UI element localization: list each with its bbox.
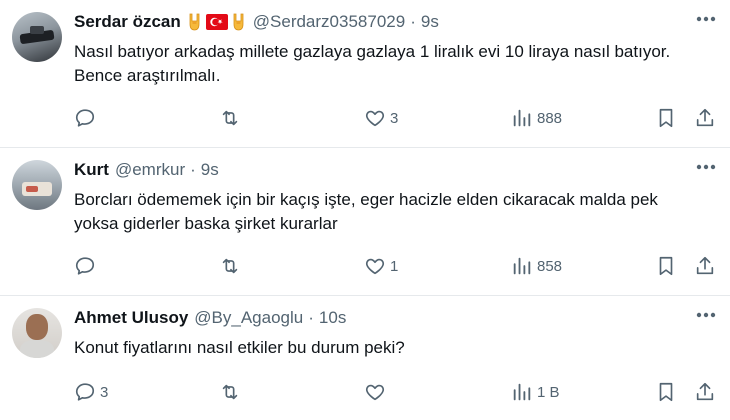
tweet-header: Serdar özcan @Serdarz03587029 · 9s — [74, 10, 439, 34]
display-name[interactable]: Kurt — [74, 160, 109, 180]
reply-icon — [74, 381, 96, 403]
reply-icon — [74, 255, 96, 277]
share-icon — [694, 381, 716, 403]
tweet[interactable]: Ahmet Ulusoy @By_Agaoglu · 10s Konut fiy… — [0, 296, 730, 420]
share-button[interactable] — [694, 106, 716, 130]
tweet-header: Ahmet Ulusoy @By_Agaoglu · 10s — [74, 306, 346, 330]
reply-button[interactable] — [74, 254, 100, 278]
like-count: 1 — [390, 257, 399, 275]
display-name[interactable]: Serdar özcan — [74, 12, 181, 32]
reply-button[interactable]: 3 — [74, 380, 108, 404]
separator-dot: · — [308, 308, 314, 327]
like-button[interactable] — [364, 380, 390, 404]
display-name[interactable]: Ahmet Ulusoy — [74, 308, 188, 328]
user-handle[interactable]: @By_Agaoglu — [194, 308, 303, 328]
views-icon — [511, 381, 533, 403]
avatar[interactable] — [12, 308, 62, 358]
views-button[interactable]: 858 — [511, 254, 562, 278]
views-icon — [511, 255, 533, 277]
views-button[interactable]: 1 B — [511, 380, 560, 404]
tweet-header: Kurt @emrkur · 9s — [74, 158, 219, 182]
rock-hand-emoji-icon — [231, 12, 247, 32]
tweet-text: Konut fiyatlarını nasıl etkiler bu durum… — [74, 338, 405, 357]
retweet-icon — [219, 107, 241, 129]
user-handle[interactable]: @Serdarz03587029 — [253, 12, 405, 32]
turkey-flag-emoji-icon — [205, 14, 228, 30]
action-bar: 1 858 — [0, 254, 730, 278]
avatar[interactable] — [12, 12, 62, 62]
timestamp[interactable]: 9s — [201, 160, 219, 180]
action-bar: 3 1 B — [0, 380, 730, 404]
tweet-text: Nasıl batıyor arkadaş millete gazlaya ga… — [74, 42, 671, 85]
tweet[interactable]: Kurt @emrkur · 9s Borcları ödememek için… — [0, 148, 730, 296]
like-button[interactable]: 1 — [364, 254, 398, 278]
action-bar: 3 888 — [0, 106, 730, 130]
reply-count: 3 — [100, 383, 109, 401]
retweet-button[interactable] — [219, 254, 245, 278]
separator-dot: · — [410, 12, 416, 31]
bookmark-button[interactable] — [656, 380, 676, 404]
reply-button[interactable] — [74, 106, 100, 130]
retweet-button[interactable] — [219, 106, 245, 130]
views-icon — [511, 107, 533, 129]
like-icon — [364, 255, 386, 277]
user-handle[interactable]: @emrkur — [115, 160, 185, 180]
bookmark-icon — [656, 381, 676, 403]
like-button[interactable]: 3 — [364, 106, 398, 130]
more-icon[interactable] — [696, 312, 716, 318]
like-icon — [364, 107, 386, 129]
share-button[interactable] — [694, 254, 716, 278]
like-count: 3 — [390, 109, 399, 127]
view-count: 1 B — [537, 383, 560, 401]
rock-hand-emoji-icon — [187, 12, 203, 32]
timestamp[interactable]: 9s — [421, 12, 439, 32]
reply-icon — [74, 107, 96, 129]
share-button[interactable] — [694, 380, 716, 404]
like-icon — [364, 381, 386, 403]
tweet[interactable]: Serdar özcan @Serdarz03587029 · 9s Nasıl… — [0, 0, 730, 148]
more-icon[interactable] — [696, 16, 716, 22]
view-count: 888 — [537, 109, 563, 127]
more-icon[interactable] — [696, 164, 716, 170]
views-button[interactable]: 888 — [511, 106, 562, 130]
retweet-icon — [219, 255, 241, 277]
retweet-button[interactable] — [219, 380, 245, 404]
bookmark-icon — [656, 255, 676, 277]
separator-dot: · — [190, 160, 196, 179]
tweet-text: Borcları ödememek için bir kaçış işte, e… — [74, 190, 658, 233]
avatar[interactable] — [12, 160, 62, 210]
retweet-icon — [219, 381, 241, 403]
bookmark-button[interactable] — [656, 106, 676, 130]
share-icon — [694, 107, 716, 129]
timestamp[interactable]: 10s — [319, 308, 346, 328]
view-count: 858 — [537, 257, 563, 275]
share-icon — [694, 255, 716, 277]
bookmark-button[interactable] — [656, 254, 676, 278]
bookmark-icon — [656, 107, 676, 129]
